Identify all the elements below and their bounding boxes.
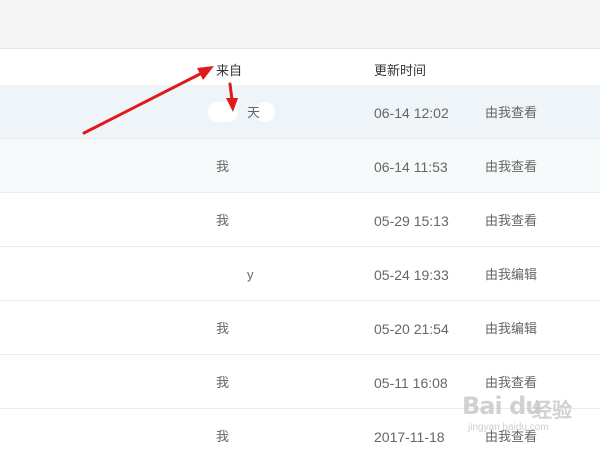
action-cell: 由我编辑: [485, 321, 538, 336]
from-cell: 我: [216, 375, 230, 390]
action-cell: 由我编辑: [485, 267, 538, 282]
baidu-jingyan-watermark: Bai du 经验 jingyan.baidu.com: [462, 388, 598, 444]
watermark-title: 经验: [532, 400, 572, 422]
from-cell: y: [247, 267, 254, 282]
time-cell: 05-24 19:33: [374, 267, 449, 283]
time-cell: 06-14 11:53: [374, 159, 448, 175]
from-cell: 天: [247, 105, 261, 120]
from-cell: 我: [216, 321, 230, 336]
column-header-from[interactable]: 来自: [216, 60, 242, 79]
time-cell: 05-11 16:08: [374, 375, 448, 391]
action-cell: 由我查看: [485, 105, 538, 120]
action-cell: 由我查看: [485, 213, 538, 228]
redacted-name: [208, 102, 238, 122]
table-row[interactable]: y 05-24 19:33 由我编辑: [0, 247, 600, 301]
table-row[interactable]: 我 05-20 21:54 由我编辑: [0, 301, 600, 355]
from-cell: 我: [216, 429, 230, 444]
time-cell: 06-14 12:02: [374, 105, 449, 121]
watermark-url: jingyan.baidu.com: [468, 422, 549, 433]
time-cell: 05-20 21:54: [374, 321, 449, 337]
time-cell: 2017-11-18: [374, 429, 445, 445]
table-row[interactable]: 我 06-14 11:53 由我查看: [0, 139, 600, 193]
column-header-updated-time[interactable]: 更新时间: [374, 60, 426, 79]
time-cell: 05-29 15:13: [374, 213, 449, 229]
watermark-logo: Bai du: [462, 392, 542, 420]
top-toolbar: [0, 0, 600, 49]
table-header: 来自 更新时间: [0, 49, 600, 85]
action-cell: 由我查看: [485, 159, 538, 174]
from-cell: 我: [216, 159, 230, 174]
table-row[interactable]: 我 05-29 15:13 由我查看: [0, 193, 600, 247]
from-cell: 我: [216, 213, 230, 228]
table-row[interactable]: 天 06-14 12:02 由我查看: [0, 85, 600, 139]
